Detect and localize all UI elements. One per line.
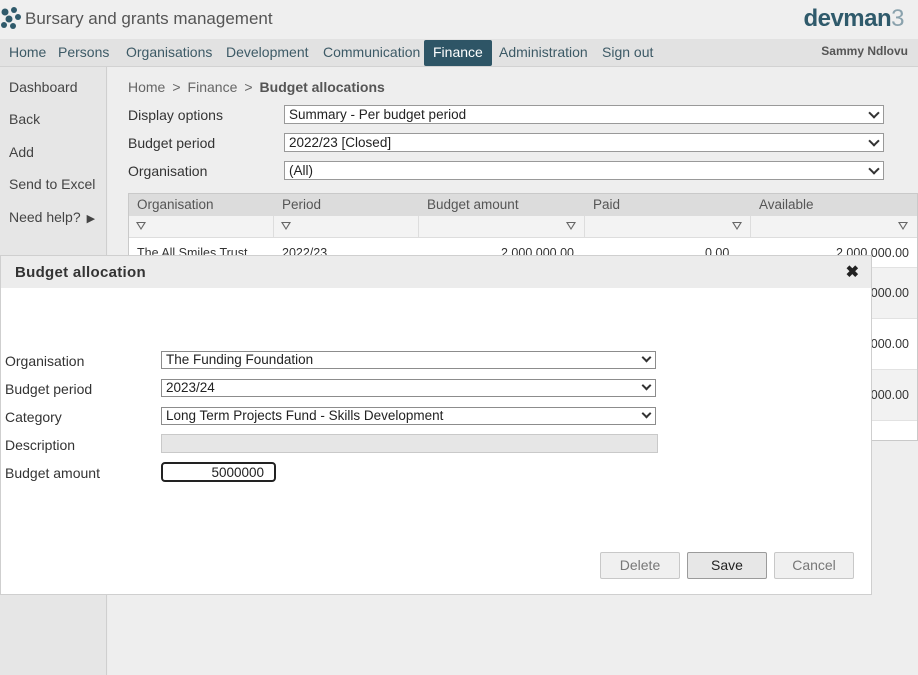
close-icon[interactable]: ✖	[846, 262, 859, 282]
dialog-header: Budget allocation ✖	[1, 256, 871, 288]
nav-administration[interactable]: Administration	[490, 40, 597, 66]
organisation-select[interactable]: (All)	[284, 161, 884, 180]
breadcrumb: Home > Finance > Budget allocations	[128, 79, 385, 95]
grid-filter-row	[129, 216, 917, 238]
filter-cell[interactable]	[419, 216, 585, 238]
budget-period-field-label: Budget period	[5, 381, 93, 397]
description-field-label: Description	[5, 437, 76, 453]
nav-sign-out[interactable]: Sign out	[593, 40, 662, 66]
cell-available: 000.00	[870, 337, 909, 351]
delete-button[interactable]: Delete	[600, 552, 680, 579]
save-button[interactable]: Save	[687, 552, 767, 579]
budget-allocation-dialog: Budget allocation ✖ Organisation The Fun…	[0, 255, 872, 595]
expand-arrow-icon: ▶	[86, 213, 96, 225]
category-field-select[interactable]: Long Term Projects Fund - Skills Develop…	[161, 407, 656, 425]
breadcrumb-home[interactable]: Home	[128, 79, 165, 95]
chevron-down-icon	[641, 352, 652, 363]
budget-period-label: Budget period	[128, 135, 216, 151]
budget-period-field-select[interactable]: 2023/24	[161, 379, 656, 397]
filter-icon[interactable]	[732, 222, 742, 230]
sidebar-item-back[interactable]: Back	[9, 111, 40, 127]
sidebar-item-dashboard[interactable]: Dashboard	[9, 79, 78, 95]
sidebar-item-add[interactable]: Add	[9, 144, 34, 160]
sidebar-item-label: Need help?	[9, 209, 81, 225]
devman-logo-icon	[1, 7, 21, 29]
display-options-select[interactable]: Summary - Per budget period	[284, 105, 884, 124]
chevron-down-icon	[868, 163, 880, 175]
nav-persons[interactable]: Persons	[49, 40, 118, 66]
filter-cell[interactable]	[751, 216, 918, 238]
breadcrumb-finance[interactable]: Finance	[188, 79, 238, 95]
column-header-period[interactable]: Period	[282, 197, 321, 212]
grid-header: Organisation Period Budget amount Paid A…	[129, 194, 917, 216]
dialog-title: Budget allocation	[15, 264, 146, 281]
filter-cell[interactable]	[129, 216, 274, 238]
nav-communication[interactable]: Communication	[314, 40, 429, 66]
chevron-down-icon	[868, 135, 880, 147]
budget-amount-input[interactable]: 5000000	[161, 462, 276, 482]
column-header-available[interactable]: Available	[759, 197, 814, 212]
category-field-label: Category	[5, 409, 62, 425]
sidebar-item-need-help[interactable]: Need help? ▶	[9, 209, 95, 225]
app-header: Bursary and grants management devman3	[0, 0, 918, 39]
sidebar-item-send-to-excel[interactable]: Send to Excel	[9, 176, 95, 192]
cell-available: 000.00	[870, 286, 909, 300]
chevron-down-icon	[641, 408, 652, 419]
nav-home[interactable]: Home	[0, 40, 55, 66]
breadcrumb-current: Budget allocations	[259, 79, 385, 95]
filter-icon[interactable]	[136, 222, 146, 230]
filter-icon[interactable]	[281, 222, 291, 230]
filter-cell[interactable]	[585, 216, 751, 238]
nav-development[interactable]: Development	[217, 40, 318, 66]
organisation-label: Organisation	[128, 163, 208, 179]
column-header-budget-amount[interactable]: Budget amount	[427, 197, 519, 212]
main-nav: Home Persons Organisations Development C…	[0, 39, 918, 67]
display-options-label: Display options	[128, 107, 223, 123]
user-name[interactable]: Sammy Ndlovu	[821, 44, 908, 58]
column-header-organisation[interactable]: Organisation	[137, 197, 214, 212]
filter-icon[interactable]	[898, 222, 908, 230]
nav-finance[interactable]: Finance	[424, 40, 492, 66]
organisation-field-label: Organisation	[5, 353, 85, 369]
filter-cell[interactable]	[274, 216, 419, 238]
cancel-button[interactable]: Cancel	[774, 552, 854, 579]
nav-organisations[interactable]: Organisations	[117, 40, 221, 66]
chevron-down-icon	[868, 107, 880, 119]
budget-amount-field-label: Budget amount	[5, 465, 100, 481]
brand-logo: devman3	[803, 5, 904, 32]
filter-icon[interactable]	[566, 222, 576, 230]
column-header-paid[interactable]: Paid	[593, 197, 620, 212]
cell-available: 000.00	[870, 388, 909, 402]
description-field[interactable]	[161, 434, 658, 453]
budget-period-select[interactable]: 2022/23 [Closed]	[284, 133, 884, 152]
app-title: Bursary and grants management	[25, 9, 273, 28]
chevron-down-icon	[641, 380, 652, 391]
organisation-field-select[interactable]: The Funding Foundation	[161, 351, 656, 369]
